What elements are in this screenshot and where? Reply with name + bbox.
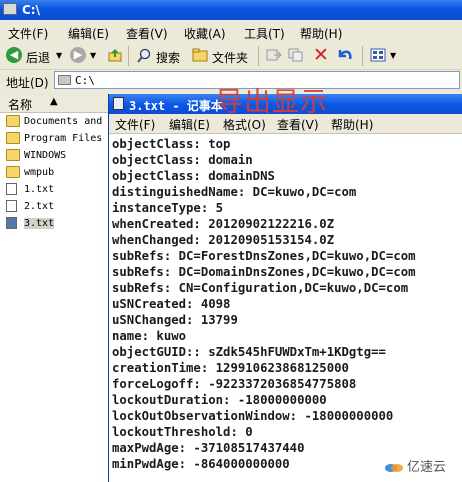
move-to-icon[interactable]: [266, 48, 282, 62]
text-line: whenCreated: 20120902122216.0Z: [112, 217, 335, 231]
text-line: uSNCreated: 4098: [112, 297, 231, 311]
menu-file[interactable]: 文件(F): [8, 25, 48, 42]
text-line: objectGUID:: sZdk545hFUWDxTm+1KDgtg==: [112, 345, 386, 359]
text-file-icon: [6, 200, 17, 212]
column-header-name[interactable]: 名称 ▲: [0, 94, 108, 113]
text-line: lockoutThreshold: 0: [112, 425, 253, 439]
notepad-menu-edit[interactable]: 编辑(E): [169, 116, 210, 133]
notepad-menu-help[interactable]: 帮助(H): [331, 116, 373, 133]
search-icon[interactable]: [136, 48, 152, 64]
text-line: subRefs: DC=ForestDnsZones,DC=kuwo,DC=co…: [112, 249, 416, 263]
forward-dropdown-icon[interactable]: ▼: [90, 51, 96, 60]
menu-edit[interactable]: 编辑(E): [68, 25, 109, 42]
notepad-text-area[interactable]: objectClass: top objectClass: domain obj…: [109, 134, 462, 482]
list-item-label: wmpub: [24, 167, 55, 178]
explorer-title: C:\: [22, 3, 40, 17]
text-line: creationTime: 129910623868125000: [112, 361, 349, 375]
watermark-text: 亿速云: [406, 460, 446, 475]
forward-arrow-icon[interactable]: ▶: [70, 47, 86, 63]
list-item-label: WINDOWS: [24, 150, 67, 161]
text-line: forceLogoff: -9223372036854775808: [112, 377, 357, 391]
list-item-label: 2.txt: [24, 201, 55, 212]
menu-help[interactable]: 帮助(H): [300, 25, 342, 42]
views-dropdown-icon[interactable]: ▼: [390, 51, 396, 60]
text-line: objectClass: domain: [112, 153, 253, 167]
copy-to-icon[interactable]: [288, 48, 304, 62]
folder-icon: [6, 115, 20, 127]
list-item-label: Documents and: [24, 116, 103, 127]
menu-favorites[interactable]: 收藏(A): [184, 25, 226, 42]
search-button-label[interactable]: 搜索: [156, 49, 180, 66]
folder-icon: [6, 132, 20, 144]
text-line: lockOutObservationWindow: -18000000000: [112, 409, 394, 423]
explorer-toolbar: ◀ 后退 ▼ ▶ ▼ 搜索 文件夹 ✕ ▼: [0, 43, 462, 70]
back-dropdown-icon[interactable]: ▼: [56, 51, 62, 60]
text-line: instanceType: 5: [112, 201, 224, 215]
watermark: 亿速云: [381, 456, 448, 476]
text-line: minPwdAge: -864000000000: [112, 457, 290, 471]
explorer-menu-bar: 文件(F) 编辑(E) 查看(V) 收藏(A) 工具(T) 帮助(H): [0, 21, 462, 44]
toolbar-separator: [258, 46, 259, 66]
explorer-title-bar[interactable]: C:\: [0, 0, 462, 20]
export-display-annotation: 导出显示: [216, 87, 328, 118]
notepad-title: 3.txt - 记事本: [129, 99, 223, 113]
column-header-label: 名称: [8, 98, 33, 112]
text-line: maxPwdAge: -37108517437440: [112, 441, 305, 455]
notepad-menu-file[interactable]: 文件(F): [115, 116, 155, 133]
up-folder-icon[interactable]: [108, 48, 122, 62]
text-line: name: kuwo: [112, 329, 187, 343]
notepad-window: 3.txt - 记事本 文件(F) 编辑(E) 格式(O) 查看(V) 帮助(H…: [108, 94, 462, 482]
text-file-icon: [6, 183, 17, 195]
notepad-icon: [113, 97, 124, 110]
text-file-icon: [6, 217, 17, 229]
delete-icon[interactable]: ✕: [313, 46, 329, 65]
text-line: lockoutDuration: -18000000000: [112, 393, 327, 407]
text-line: subRefs: DC=DomainDnsZones,DC=kuwo,DC=co…: [112, 265, 416, 279]
folder-icon: [6, 149, 20, 161]
back-button-label[interactable]: 后退: [26, 49, 50, 66]
menu-view[interactable]: 查看(V): [126, 25, 168, 42]
desktop-root: C:\ 文件(F) 编辑(E) 查看(V) 收藏(A) 工具(T) 帮助(H) …: [0, 0, 462, 482]
drive-icon: [58, 75, 71, 85]
drive-icon: [3, 3, 17, 15]
undo-icon[interactable]: [336, 47, 354, 63]
file-list-pane: 名称 ▲ Documents and Program Files WINDOWS…: [0, 94, 109, 482]
text-line: subRefs: CN=Configuration,DC=kuwo,DC=com: [112, 281, 409, 295]
folders-button-label[interactable]: 文件夹: [212, 49, 248, 66]
text-line: whenChanged: 20120905153154.0Z: [112, 233, 335, 247]
watermark-logo-icon: [384, 463, 403, 472]
list-item-label: 3.txt: [24, 218, 55, 229]
list-item-label: Program Files: [24, 133, 103, 144]
toolbar-separator: [128, 46, 129, 66]
text-line: objectClass: top: [112, 137, 231, 151]
views-icon[interactable]: [370, 48, 386, 62]
folder-icon: [6, 166, 20, 178]
list-item-label: 1.txt: [24, 184, 55, 195]
back-arrow-icon[interactable]: ◀: [6, 47, 22, 63]
menu-tools[interactable]: 工具(T): [244, 25, 285, 42]
toolbar-separator: [362, 46, 363, 66]
text-line: distinguishedName: DC=kuwo,DC=com: [112, 185, 357, 199]
address-label: 地址(D): [6, 76, 49, 90]
address-value: C:\: [75, 74, 95, 87]
folders-icon[interactable]: [192, 48, 208, 62]
text-line: uSNChanged: 13799: [112, 313, 238, 327]
sort-arrow-icon: ▲: [50, 96, 58, 107]
text-line: objectClass: domainDNS: [112, 169, 275, 183]
